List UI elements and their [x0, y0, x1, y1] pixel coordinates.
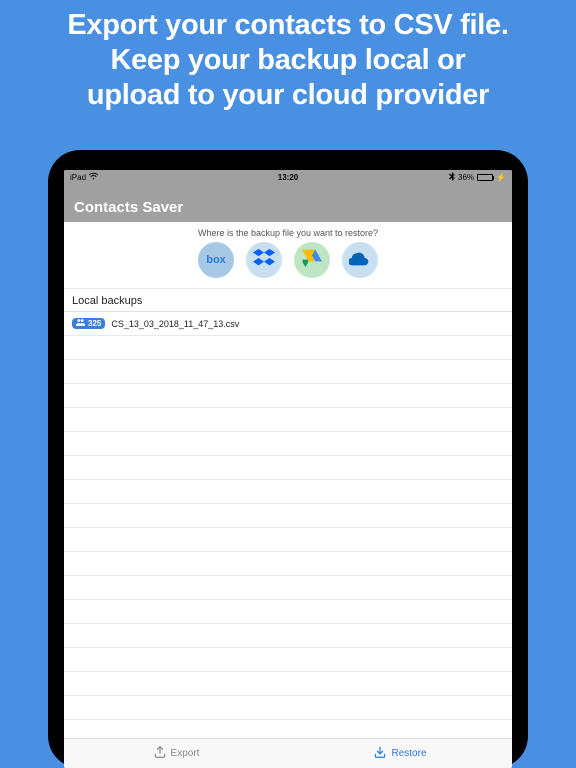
- tab-restore-label: Restore: [391, 748, 426, 759]
- tab-export[interactable]: Export: [64, 739, 288, 768]
- status-bar: iPad 13:20 36% ⚡: [64, 170, 512, 184]
- restore-icon: [373, 745, 387, 762]
- export-icon: [153, 745, 167, 762]
- contact-count-badge: 325: [72, 318, 105, 329]
- google-drive-provider-button[interactable]: [294, 242, 330, 278]
- clock: 13:20: [278, 173, 298, 182]
- contact-count: 325: [88, 319, 101, 328]
- battery-percent: 36%: [458, 173, 474, 182]
- tab-bar: Export Restore: [64, 738, 512, 768]
- box-icon: box: [206, 254, 226, 266]
- device-screen: iPad 13:20 36% ⚡ Contacts Saver Where is…: [64, 170, 512, 768]
- device-frame: iPad 13:20 36% ⚡ Contacts Saver Where is…: [48, 150, 528, 768]
- page-title: Contacts Saver: [74, 199, 183, 216]
- dropbox-provider-button[interactable]: [246, 242, 282, 278]
- wifi-icon: [89, 172, 98, 182]
- local-backups-header: Local backups: [64, 289, 512, 312]
- dropbox-icon: [253, 247, 275, 274]
- promo-line-1: Export your contacts to CSV file.: [10, 8, 566, 43]
- onedrive-provider-button[interactable]: [342, 242, 378, 278]
- tab-export-label: Export: [171, 748, 200, 759]
- cloud-provider-row: box: [64, 242, 512, 289]
- restore-question: Where is the backup file you want to res…: [64, 222, 512, 242]
- people-icon: [76, 319, 85, 328]
- battery-icon: [477, 174, 493, 181]
- backup-list-item[interactable]: 325 CS_13_03_2018_11_47_13.csv: [64, 312, 512, 336]
- bluetooth-icon: [449, 172, 455, 183]
- onedrive-icon: [349, 247, 371, 274]
- backup-filename: CS_13_03_2018_11_47_13.csv: [111, 319, 239, 329]
- device-label: iPad: [70, 173, 86, 182]
- promo-line-3: upload to your cloud provider: [10, 78, 566, 113]
- content-area: Where is the backup file you want to res…: [64, 222, 512, 738]
- charging-icon: ⚡: [496, 173, 506, 182]
- promo-line-2: Keep your backup local or: [10, 43, 566, 78]
- tab-restore[interactable]: Restore: [288, 739, 512, 768]
- box-provider-button[interactable]: box: [198, 242, 234, 278]
- google-drive-icon: [302, 248, 322, 273]
- promo-headline: Export your contacts to CSV file. Keep y…: [0, 0, 576, 128]
- nav-bar: Contacts Saver: [64, 184, 512, 222]
- empty-rows: [64, 336, 512, 720]
